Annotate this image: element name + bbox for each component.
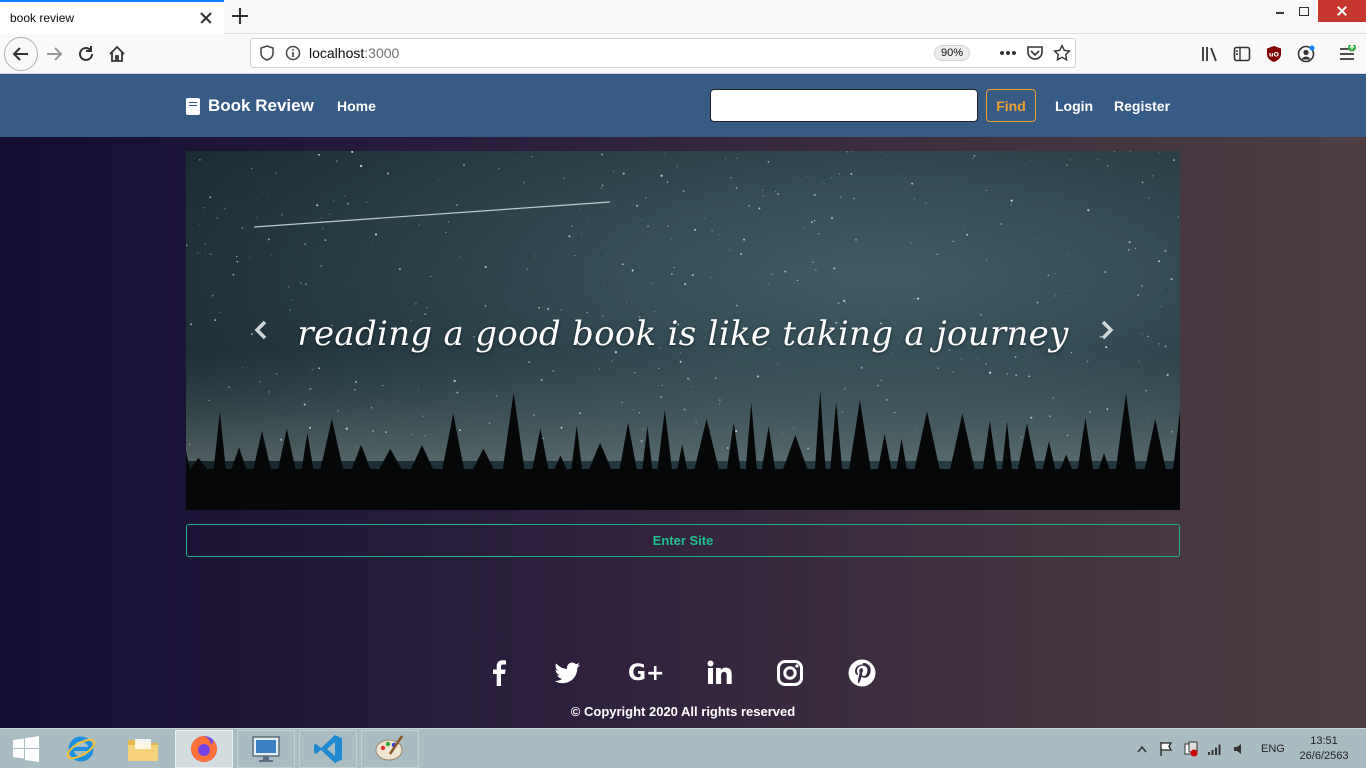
volume-icon[interactable] xyxy=(1233,742,1247,756)
brand-link[interactable]: Book Review xyxy=(186,96,314,116)
home-button[interactable] xyxy=(101,38,133,70)
nav-register-link[interactable]: Register xyxy=(1114,98,1170,114)
start-button[interactable] xyxy=(0,730,52,768)
site-navbar: Book Review Home Find Login Register xyxy=(0,74,1366,137)
sidebar-icon[interactable] xyxy=(1233,45,1251,63)
hero-caption: reading a good book is like taking a jou… xyxy=(297,314,1069,354)
firefox-taskbar-button[interactable] xyxy=(175,730,233,768)
account-icon[interactable] xyxy=(1297,45,1315,63)
facebook-icon[interactable] xyxy=(484,658,514,688)
internet-explorer-icon xyxy=(66,736,96,762)
folder-icon xyxy=(128,739,158,761)
back-arrow-icon xyxy=(12,47,28,61)
vscode-icon xyxy=(314,735,342,763)
forward-arrow-icon xyxy=(47,47,63,61)
browser-toolbar: localhost:3000 90% uO xyxy=(0,34,1366,74)
reload-button[interactable] xyxy=(70,38,102,70)
svg-text:uO: uO xyxy=(1269,51,1280,59)
paint-taskbar-button[interactable] xyxy=(361,730,419,768)
find-button[interactable]: Find xyxy=(986,89,1036,122)
paint-palette-icon xyxy=(375,735,404,761)
instagram-icon[interactable] xyxy=(775,658,805,688)
reload-icon xyxy=(79,46,93,61)
tab-title: book review xyxy=(10,11,75,25)
language-indicator[interactable]: ENG xyxy=(1261,729,1285,768)
more-actions-icon[interactable] xyxy=(999,50,1017,56)
enter-site-button[interactable]: Enter Site xyxy=(186,524,1180,557)
vscode-taskbar-button[interactable] xyxy=(299,730,357,768)
network-warning-icon[interactable] xyxy=(1183,741,1199,757)
clock-date: 26/6/2563 xyxy=(1299,750,1349,762)
carousel-prev-button[interactable] xyxy=(252,319,272,341)
windows-taskbar: ENG 13:51 26/6/2563 xyxy=(0,728,1366,768)
hero-carousel: reading a good book is like taking a jou… xyxy=(186,151,1180,510)
ublock-icon[interactable]: uO xyxy=(1265,45,1283,63)
browser-tab-strip: book review xyxy=(0,0,1366,34)
svg-text:G+: G+ xyxy=(628,661,664,686)
internet-explorer-taskbar-button[interactable] xyxy=(52,730,110,768)
file-explorer-taskbar-button[interactable] xyxy=(114,730,172,768)
search-input[interactable] xyxy=(710,89,978,122)
close-window-button[interactable] xyxy=(1318,0,1366,22)
close-tab-icon[interactable] xyxy=(198,10,214,26)
show-hidden-icons-icon[interactable] xyxy=(1137,745,1147,753)
shield-icon[interactable] xyxy=(259,45,275,61)
remote-desktop-icon xyxy=(252,736,280,762)
brand-name: Book Review xyxy=(208,96,314,115)
remote-desktop-taskbar-button[interactable] xyxy=(237,730,295,768)
windows-logo-icon xyxy=(13,736,39,762)
back-button[interactable] xyxy=(4,37,38,71)
copyright-text: © Copyright 2020 All rights reserved xyxy=(570,704,796,719)
clock-time: 13:51 xyxy=(1310,735,1338,747)
browser-tab[interactable]: book review xyxy=(0,0,224,34)
info-icon[interactable] xyxy=(285,45,301,61)
google-plus-icon[interactable]: G+ xyxy=(628,658,664,688)
menu-icon[interactable] xyxy=(1338,45,1356,63)
new-tab-icon[interactable] xyxy=(232,7,250,25)
url-host: localhost xyxy=(309,45,365,61)
linkedin-icon[interactable] xyxy=(705,658,735,688)
bookmark-star-icon[interactable] xyxy=(1053,44,1071,62)
web-page: Book Review Home Find Login Register rea… xyxy=(0,74,1366,728)
system-clock[interactable]: 13:51 26/6/2563 xyxy=(1296,734,1352,764)
restore-window-button[interactable] xyxy=(1290,0,1318,22)
url-port: :3000 xyxy=(364,45,400,61)
zoom-level-badge[interactable]: 90% xyxy=(934,45,971,61)
address-bar[interactable]: localhost:3000 90% xyxy=(250,38,1076,68)
signal-bars-icon[interactable] xyxy=(1207,742,1223,756)
nav-login-link[interactable]: Login xyxy=(1055,98,1093,114)
chevron-left-icon xyxy=(254,320,267,340)
twitter-icon[interactable] xyxy=(552,658,582,688)
pinterest-icon[interactable] xyxy=(847,658,877,688)
home-icon xyxy=(109,45,125,62)
firefox-icon xyxy=(191,736,217,762)
library-icon[interactable] xyxy=(1201,45,1219,63)
chevron-right-icon xyxy=(1101,320,1114,340)
action-center-flag-icon[interactable] xyxy=(1158,741,1174,757)
pocket-icon[interactable] xyxy=(1026,44,1044,62)
forward-button[interactable] xyxy=(38,38,70,70)
book-icon xyxy=(186,97,200,115)
carousel-next-button[interactable] xyxy=(1096,319,1116,341)
nav-home-link[interactable]: Home xyxy=(337,98,376,114)
